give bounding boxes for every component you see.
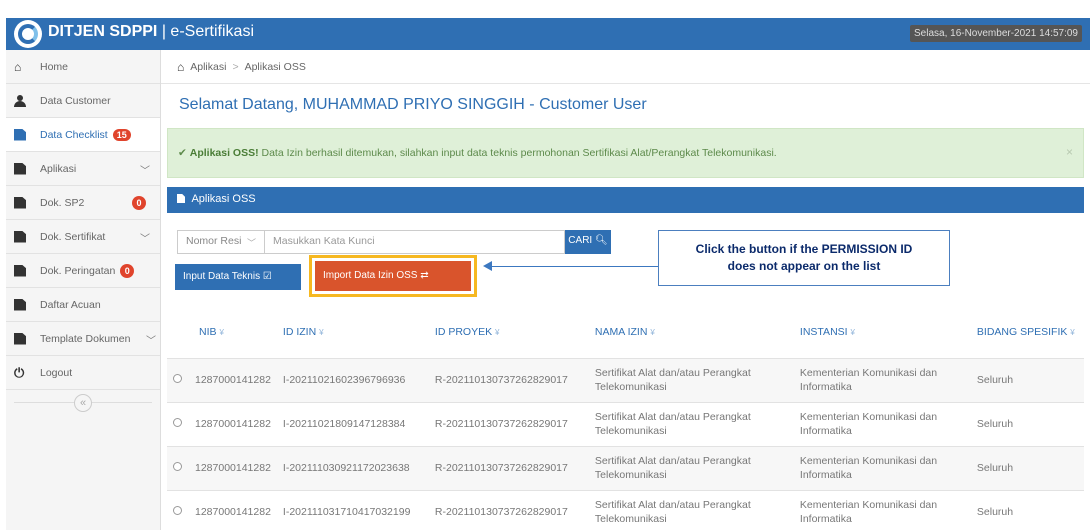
app-title[interactable]: DITJEN SDPPI | e-Sertifikasi bbox=[48, 23, 254, 41]
peringatan-count-badge: 0 bbox=[120, 263, 135, 278]
panel-title: Aplikasi OSS bbox=[191, 193, 256, 205]
refresh-icon: ⇄ bbox=[420, 270, 429, 281]
header: DITJEN SDPPI | e-Sertifikasi Selasa, 16-… bbox=[6, 18, 1090, 50]
callout-arrow bbox=[491, 266, 659, 267]
document-icon bbox=[14, 332, 26, 345]
column-header-id-izin[interactable]: ID IZIN ¥ bbox=[277, 306, 429, 358]
row-radio[interactable] bbox=[173, 374, 182, 383]
column-header-instansi[interactable]: INSTANSI ¥ bbox=[794, 306, 971, 358]
collapse-sidebar-button[interactable]: « bbox=[74, 394, 92, 412]
sidebar-item-home[interactable]: ⌂ Home bbox=[6, 50, 160, 84]
alert-title: Aplikasi OSS! bbox=[189, 147, 259, 159]
datetime-badge: Selasa, 16-November-2021 14:57:09 bbox=[910, 25, 1082, 42]
document-icon bbox=[14, 128, 26, 141]
table-header-row: NIB ¥ ID IZIN ¥ ID PROYEK ¥ NAMA IZIN ¥ … bbox=[167, 306, 1084, 358]
edit-icon: ☑ bbox=[262, 271, 272, 282]
top-bar: DITJEN SDPPI | e-Sertifikasi Selasa, 16-… bbox=[0, 0, 1090, 50]
arrow-head-icon bbox=[483, 261, 492, 271]
breadcrumb-separator: > bbox=[232, 60, 239, 73]
alert-message: Data Izin berhasil ditemukan, silahkan i… bbox=[258, 147, 777, 159]
sidebar-item-data-checklist[interactable]: Data Checklist 15 bbox=[6, 118, 160, 152]
column-header-nama-izin[interactable]: NAMA IZIN ¥ bbox=[589, 306, 794, 358]
row-radio[interactable] bbox=[173, 418, 182, 427]
breadcrumb: ⌂ Aplikasi > Aplikasi OSS bbox=[161, 50, 1090, 84]
breadcrumb-item-aplikasi-oss: Aplikasi OSS bbox=[244, 60, 306, 73]
column-header-id-proyek[interactable]: ID PROYEK ¥ bbox=[429, 306, 589, 358]
sidebar: ⌂ Home Data Customer Data Checklist 15 A… bbox=[6, 50, 161, 530]
sidebar-item-dok-peringatan[interactable]: Dok. Peringatan 0 bbox=[6, 254, 160, 288]
page-title: Selamat Datang, MUHAMMAD PRIYO SINGGIH -… bbox=[179, 96, 647, 113]
search-bar: Nomor Resi ﹀ Masukkan Kata Kunci CARI 🔍︎ bbox=[177, 230, 611, 254]
sidebar-item-logout[interactable]: ⏻ Logout bbox=[6, 356, 160, 390]
column-header-bidang-spesifik[interactable]: BIDANG SPESIFIK ¥ bbox=[971, 306, 1084, 358]
document-icon bbox=[14, 298, 26, 311]
checklist-count-badge: 15 bbox=[112, 128, 131, 141]
table-row[interactable]: 1287000141282 I-202111030921172023638 R-… bbox=[167, 445, 1084, 490]
document-icon bbox=[14, 264, 26, 277]
table-row[interactable]: 1287000141282 I-202110218091471283​84 R-… bbox=[167, 401, 1084, 446]
sidebar-item-aplikasi[interactable]: Aplikasi ﹀ bbox=[6, 152, 160, 186]
sidebar-item-template-dokumen[interactable]: Template Dokumen ﹀ bbox=[6, 322, 160, 356]
search-button[interactable]: CARI 🔍︎ bbox=[565, 230, 611, 254]
document-icon bbox=[14, 196, 26, 209]
import-data-izin-oss-button[interactable]: Import Data Izin OSS ⇄ bbox=[315, 261, 471, 291]
search-input[interactable]: Masukkan Kata Kunci bbox=[265, 230, 565, 254]
search-icon: 🔍︎ bbox=[594, 235, 608, 246]
chevron-down-icon: ﹀ bbox=[146, 336, 156, 347]
annotation-callout: Click the button if the PERMISSION ID do… bbox=[658, 230, 950, 286]
search-type-select[interactable]: Nomor Resi ﹀ bbox=[177, 230, 265, 254]
document-icon bbox=[14, 230, 26, 243]
check-icon: ✔ bbox=[178, 147, 187, 159]
sidebar-collapse-row: « bbox=[6, 390, 160, 416]
close-icon[interactable]: × bbox=[1066, 145, 1073, 159]
success-alert: ✔ Aplikasi OSS! Data Izin berhasil ditem… bbox=[167, 128, 1084, 178]
brand-name: DITJEN SDPPI bbox=[48, 23, 158, 40]
chevron-down-icon: ﹀ bbox=[140, 166, 150, 177]
user-icon bbox=[14, 94, 26, 107]
sidebar-item-data-customer[interactable]: Data Customer bbox=[6, 84, 160, 118]
app-name: e-Sertifikasi bbox=[170, 23, 254, 40]
column-header-nib[interactable]: NIB ¥ bbox=[189, 306, 277, 358]
chevron-down-icon: ﹀ bbox=[140, 234, 150, 245]
main-content: ⌂ Aplikasi > Aplikasi OSS Selamat Datang… bbox=[161, 50, 1090, 530]
izin-table: NIB ¥ ID IZIN ¥ ID PROYEK ¥ NAMA IZIN ¥ … bbox=[167, 306, 1084, 530]
row-radio[interactable] bbox=[173, 462, 182, 471]
sidebar-item-dok-sp2[interactable]: Dok. SP2 0 bbox=[6, 186, 160, 220]
home-icon[interactable]: ⌂ bbox=[177, 60, 184, 74]
row-radio[interactable] bbox=[173, 506, 182, 516]
table-row[interactable]: 1287000141282 I-202111031710417032199 R-… bbox=[167, 489, 1084, 530]
table-row[interactable]: 1287000141282 I-202110216023967969​36 R-… bbox=[167, 357, 1084, 402]
kominfo-logo bbox=[14, 20, 42, 48]
breadcrumb-item-aplikasi[interactable]: Aplikasi bbox=[190, 61, 226, 73]
document-icon bbox=[14, 162, 26, 175]
chevron-down-icon: ﹀ bbox=[246, 238, 256, 248]
document-icon bbox=[177, 194, 185, 203]
home-icon: ⌂ bbox=[14, 59, 22, 74]
power-icon: ⏻ bbox=[14, 364, 25, 380]
sidebar-item-daftar-acuan[interactable]: Daftar Acuan bbox=[6, 288, 160, 322]
panel-header: Aplikasi OSS bbox=[167, 187, 1084, 213]
sidebar-item-dok-sertifikat[interactable]: Dok. Sertifikat ﹀ bbox=[6, 220, 160, 254]
input-data-teknis-button[interactable]: Input Data Teknis ☑ bbox=[175, 264, 301, 290]
sp2-count-badge: 0 bbox=[132, 196, 146, 210]
